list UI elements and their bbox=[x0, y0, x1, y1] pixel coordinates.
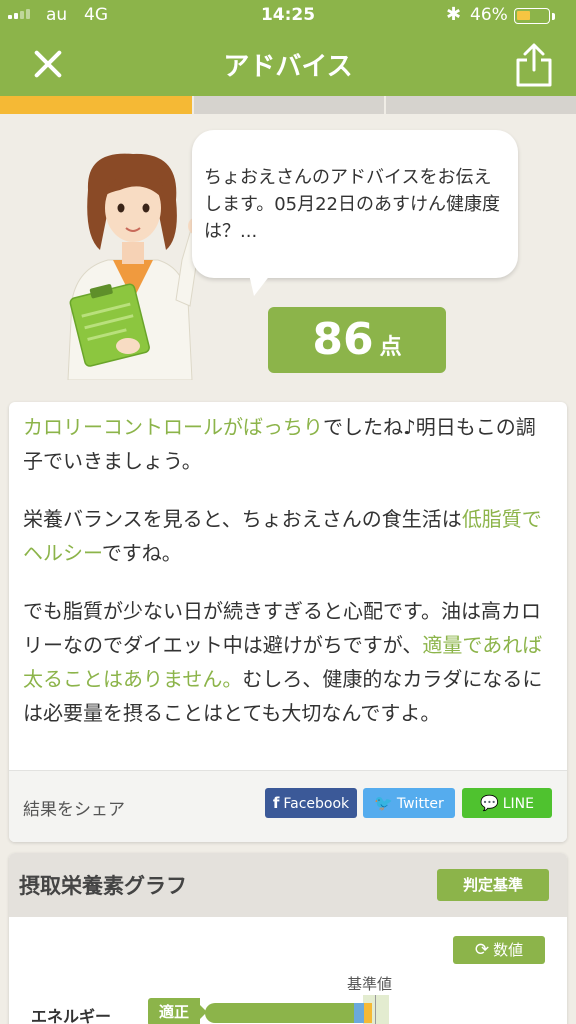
graph-title: 摂取栄養素グラフ bbox=[19, 874, 187, 898]
facebook-label: Facebook bbox=[283, 796, 350, 812]
progress-segment-1 bbox=[0, 96, 192, 114]
value-toggle-button[interactable]: ⟳ 数値 bbox=[453, 936, 545, 964]
value-toggle-label: 数値 bbox=[493, 941, 524, 959]
progress-segment-2 bbox=[194, 96, 384, 114]
advice-paragraph-1: カロリーコントロールがばっちりでしたね♪明日もこの調子でいきましょう。 bbox=[23, 410, 553, 478]
nutrient-name: エネルギー bbox=[31, 1007, 112, 1024]
criteria-button[interactable]: 判定基準 bbox=[437, 869, 549, 901]
graph-header: 摂取栄養素グラフ 判定基準 bbox=[9, 853, 567, 917]
advice-card: カロリーコントロールがばっちりでしたね♪明日もこの調子でいきましょう。 栄養バラ… bbox=[9, 402, 567, 842]
share-label: 結果をシェア bbox=[23, 800, 125, 820]
reference-line bbox=[375, 995, 376, 1024]
advice-text-2b: ですね。 bbox=[101, 541, 182, 565]
line-share-button[interactable]: 💬 LINE bbox=[462, 788, 552, 818]
facebook-share-button[interactable]: f Facebook bbox=[265, 788, 357, 818]
twitter-label: Twitter bbox=[396, 796, 444, 812]
nutrient-graph-section: 摂取栄養素グラフ 判定基準 ⟳ 数値 基準値 エネルギー 適正 bbox=[9, 853, 567, 1024]
refresh-icon: ⟳ bbox=[474, 940, 490, 960]
bluetooth-icon: ✱ bbox=[446, 4, 462, 25]
twitter-share-button[interactable]: 🐦 Twitter bbox=[363, 788, 455, 818]
speech-bubble-tail bbox=[248, 270, 274, 296]
advisor-illustration bbox=[67, 153, 206, 380]
speech-text: ちょおえさんのアドバイスをお伝えします。05月22日のあすけん健康度は？... bbox=[204, 167, 501, 242]
share-row: 結果をシェア f Facebook 🐦 Twitter 💬 LINE bbox=[9, 770, 567, 842]
advisor-speech-bubble: ちょおえさんのアドバイスをお伝えします。05月22日のあすけん健康度は？... bbox=[192, 130, 518, 278]
energy-bar-orange-segment bbox=[364, 1003, 372, 1023]
score-value: 86 bbox=[312, 314, 374, 365]
progress-indicator bbox=[0, 96, 576, 114]
energy-bar-blue-segment bbox=[354, 1003, 364, 1023]
advice-highlight-1: カロリーコントロールがばっちり bbox=[23, 415, 323, 439]
line-label: LINE bbox=[502, 796, 534, 812]
health-score-badge: 86 点 bbox=[268, 307, 446, 373]
progress-segment-3 bbox=[386, 96, 576, 114]
twitter-icon: 🐦 bbox=[374, 794, 393, 812]
page-title: アドバイス bbox=[223, 52, 353, 82]
advice-paragraph-2: 栄養バランスを見ると、ちょおえさんの食生活は低脂質でヘルシーですね。 bbox=[23, 502, 553, 570]
reference-label: 基準値 bbox=[347, 975, 393, 993]
status-bar: au 4G 14:25 ✱ 46% bbox=[0, 0, 576, 30]
battery-icon bbox=[514, 8, 550, 24]
battery-percent: 46% bbox=[470, 5, 508, 25]
facebook-icon: f bbox=[272, 794, 280, 812]
line-icon: 💬 bbox=[480, 794, 499, 812]
judgement-badge: 適正 bbox=[148, 998, 200, 1024]
share-icon[interactable] bbox=[512, 42, 556, 88]
energy-bar bbox=[205, 1003, 372, 1023]
advice-text-2a: 栄養バランスを見ると、ちょおえさんの食生活は bbox=[23, 507, 462, 531]
battery-tip bbox=[552, 13, 555, 20]
advice-paragraph-3: でも脂質が少ない日が続きすぎると心配です。油は高カロリーなのでダイエット中は避け… bbox=[23, 594, 553, 730]
score-unit: 点 bbox=[379, 335, 402, 360]
navigation-bar: アドバイス bbox=[0, 30, 576, 96]
